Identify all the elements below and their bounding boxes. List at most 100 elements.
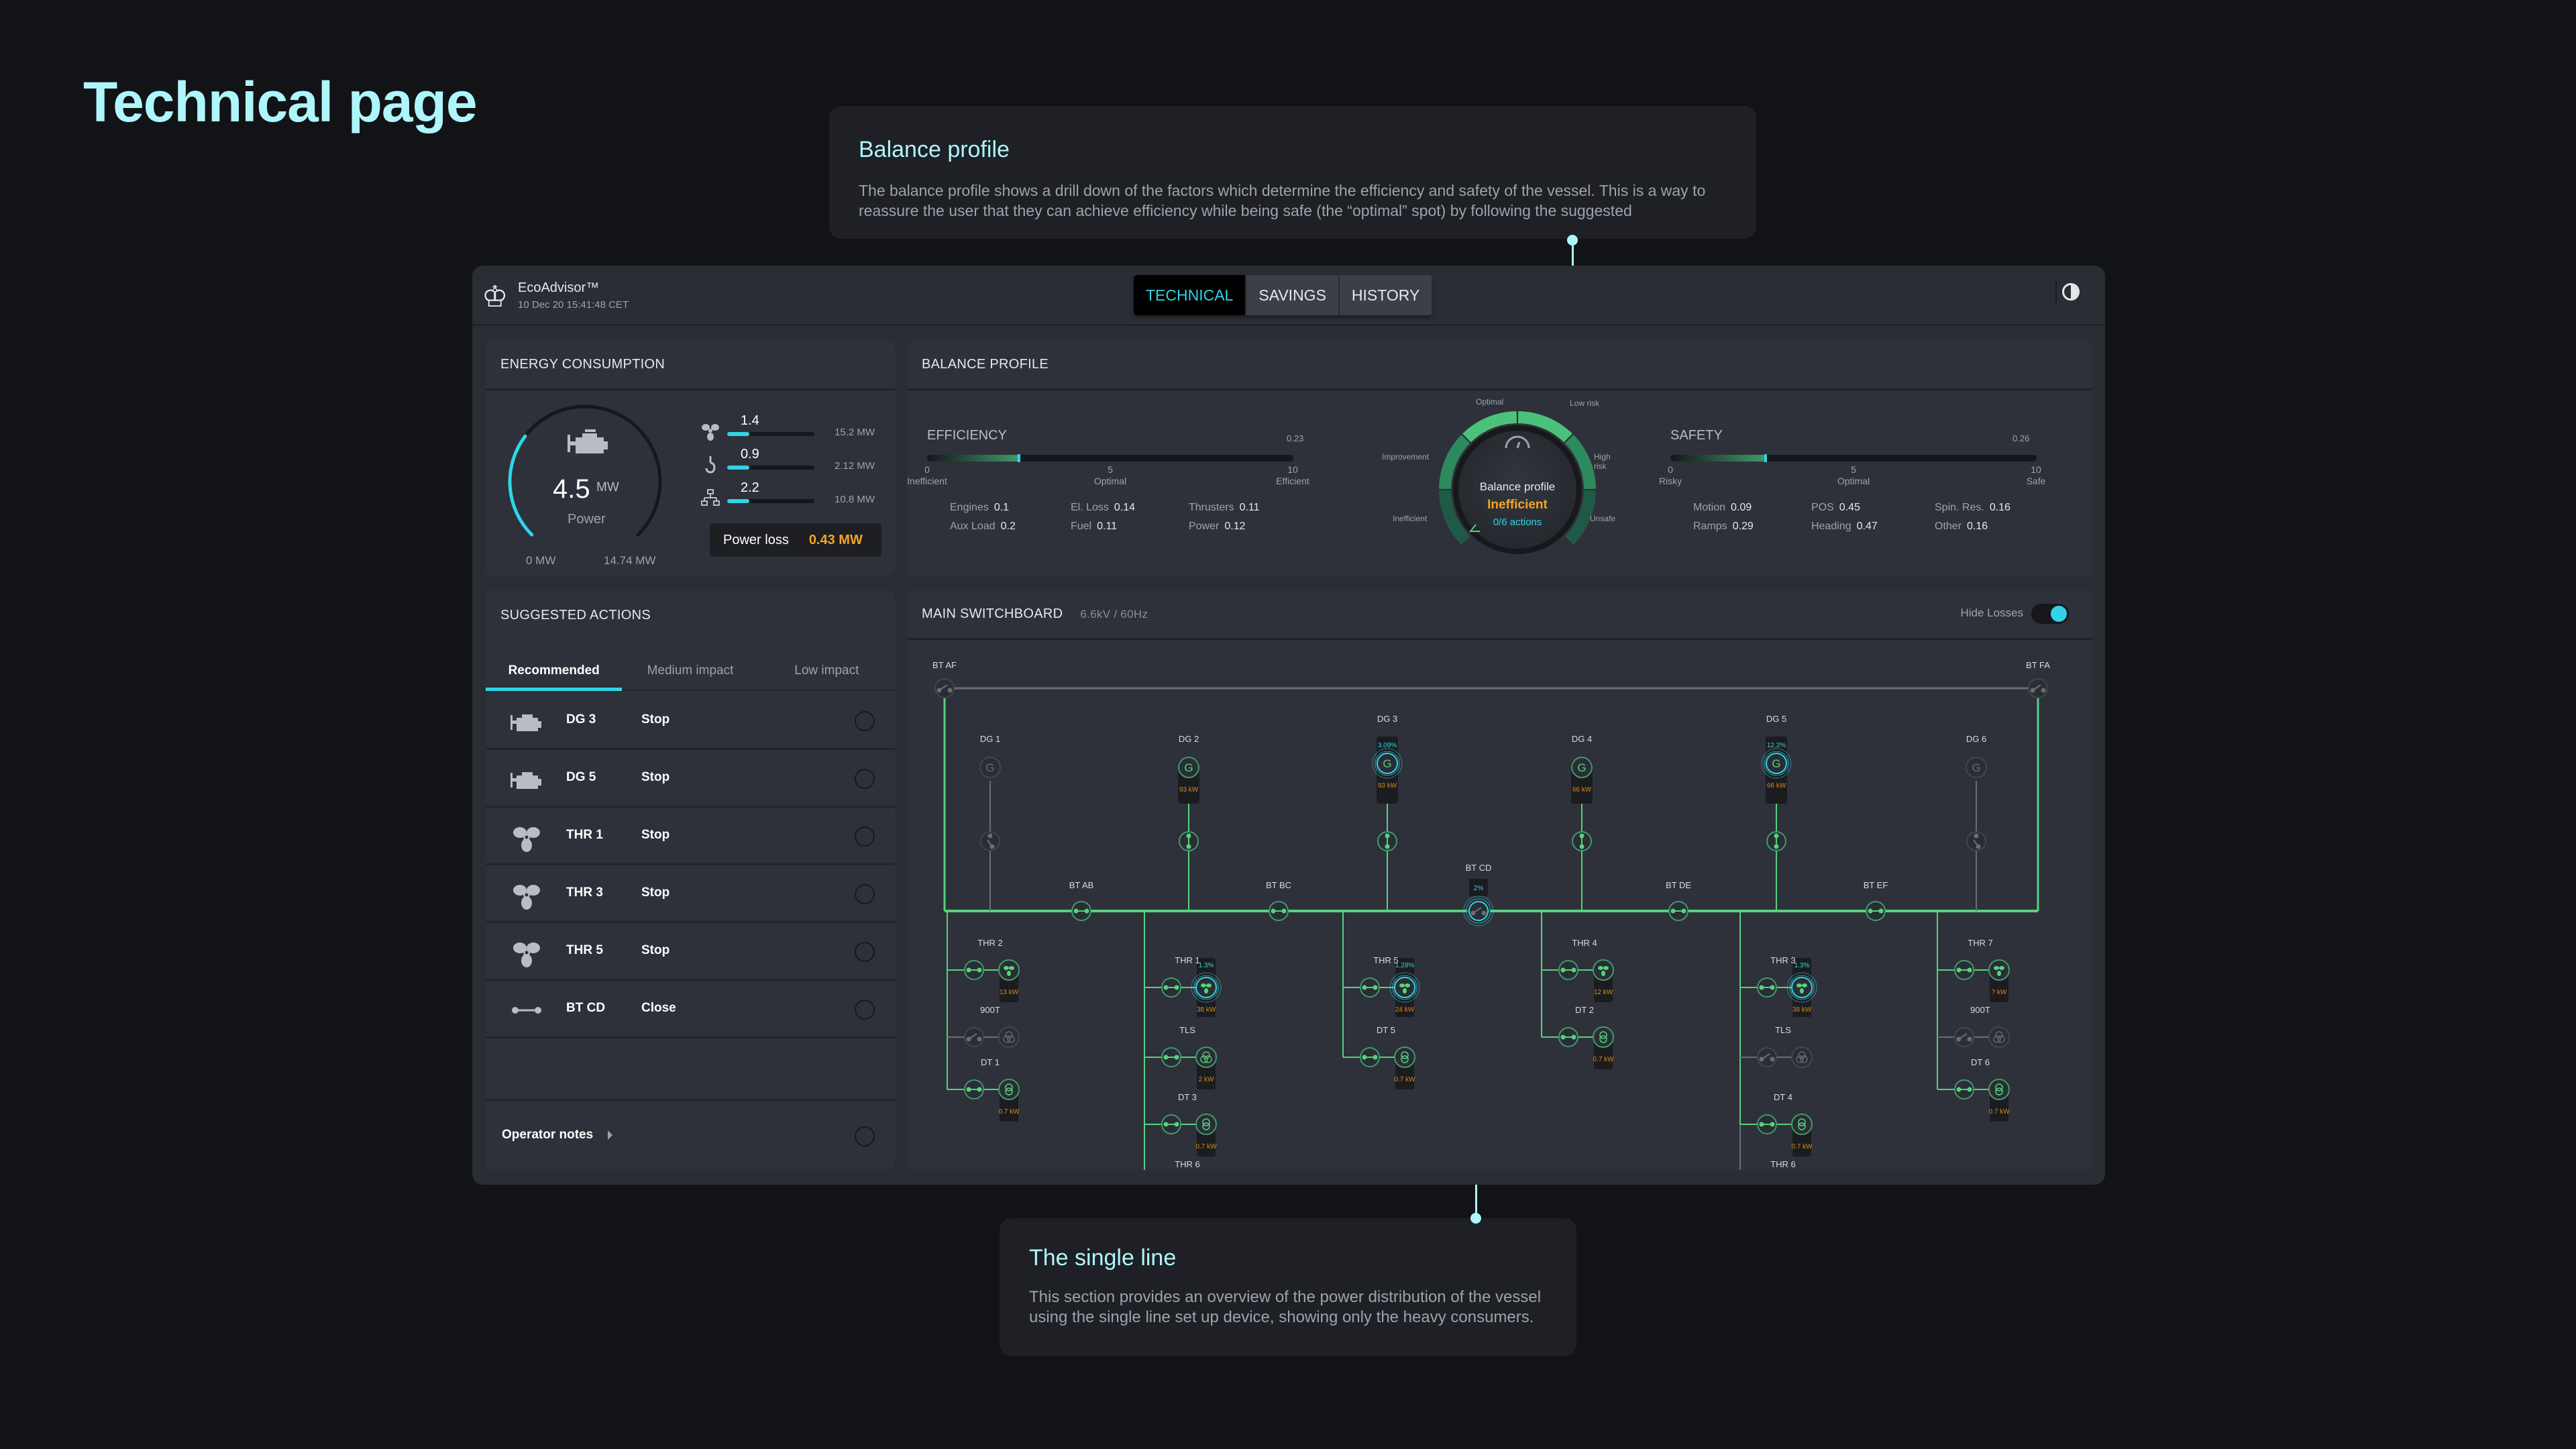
consumer-900t[interactable] xyxy=(1988,1026,2010,1048)
consumer-breaker[interactable] xyxy=(1757,977,1777,998)
generator-g-glyph: G xyxy=(1772,757,1780,770)
consumer-breaker[interactable] xyxy=(1757,1114,1777,1134)
safety-factors: Motion 0.09 POS 0.45 Spin. Res. 0.16 Ramps 0… xyxy=(1693,502,2049,533)
consumer-thr-4[interactable] xyxy=(1593,959,1614,981)
consumer-breaker[interactable] xyxy=(964,1079,984,1099)
consumer-dt-2[interactable] xyxy=(1593,1026,1614,1048)
action-item[interactable]: DG 5 Stop xyxy=(486,750,895,808)
bus-tie-label: BT BC xyxy=(1266,880,1291,890)
consumer-dt-6[interactable] xyxy=(1988,1079,2010,1100)
action-item[interactable]: DG 3 Stop xyxy=(486,692,895,750)
bus-tie-bt-ab[interactable] xyxy=(1071,901,1091,921)
consumer-thr-7[interactable] xyxy=(1988,959,2010,981)
nav-tab-savings[interactable]: SAVINGS xyxy=(1246,275,1340,315)
propeller-blade xyxy=(1601,971,1605,976)
action-verb: Stop xyxy=(641,828,670,842)
generator-dg-5[interactable]: G xyxy=(1761,748,1792,779)
bus-tie-bt-ef[interactable] xyxy=(1866,901,1886,921)
ring-tie-bt-af[interactable] xyxy=(934,678,955,698)
consumer-power: ? kW xyxy=(1992,989,2007,996)
consumer-breaker[interactable] xyxy=(1558,960,1578,980)
consumer-breaker[interactable] xyxy=(1360,1047,1380,1067)
bus-tie-bt-cd[interactable] xyxy=(1463,896,1494,926)
consumer-breaker[interactable] xyxy=(964,960,984,980)
action-radio[interactable] xyxy=(855,711,875,731)
tab-medium-impact[interactable]: Medium impact xyxy=(622,657,758,690)
action-radio[interactable] xyxy=(855,942,875,962)
consumer-breaker[interactable] xyxy=(1954,1027,1974,1047)
consumer-breaker[interactable] xyxy=(1757,1047,1777,1067)
action-item[interactable]: THR 3 Stop xyxy=(486,865,895,923)
generator-g-glyph: G xyxy=(1972,761,1980,774)
tab-low-impact[interactable]: Low impact xyxy=(759,657,895,690)
propeller-blade xyxy=(1994,966,1999,970)
action-radio[interactable] xyxy=(855,826,875,847)
consumer-breaker[interactable] xyxy=(1161,1114,1181,1134)
operator-notes-radio[interactable] xyxy=(855,1126,875,1146)
consumer-dt-5[interactable] xyxy=(1394,1046,1415,1068)
action-item[interactable]: THR 5 Stop xyxy=(486,923,895,981)
generator-dg-1[interactable]: G xyxy=(979,757,1001,778)
generator-breaker[interactable] xyxy=(1572,831,1592,851)
consumer-dt-3[interactable] xyxy=(1195,1114,1217,1135)
bus-tie-bt-bc[interactable] xyxy=(1269,901,1289,921)
action-radio[interactable] xyxy=(855,769,875,789)
actions-progress[interactable]: 0/6 actions xyxy=(1417,517,1618,528)
breaker-pin xyxy=(1967,1036,1972,1042)
generator-load-percent: 3.09% xyxy=(1378,742,1397,749)
contrast-icon[interactable] xyxy=(2062,283,2080,301)
gauge-center-title: Balance profile xyxy=(1479,480,1556,493)
consumer-dt-1[interactable] xyxy=(998,1079,1020,1100)
consumer-breaker[interactable] xyxy=(1558,1027,1578,1047)
consumer-thr-5[interactable] xyxy=(1389,972,1420,1003)
factor-item: Motion 0.09 xyxy=(1693,502,1752,513)
generator-dg-6[interactable]: G xyxy=(1966,757,1987,778)
consumer-dt-4[interactable] xyxy=(1791,1114,1813,1135)
consumer-breaker[interactable] xyxy=(964,1027,984,1047)
generator-dg-2[interactable]: G xyxy=(1178,757,1199,778)
consumer-load-percent: 1.3% xyxy=(1794,962,1810,969)
generator-breaker[interactable] xyxy=(1179,831,1199,851)
generator-breaker[interactable] xyxy=(1766,831,1786,851)
consumer-breaker[interactable] xyxy=(1161,977,1181,998)
bus-tie-bt-de[interactable] xyxy=(1668,901,1688,921)
consumer-breaker[interactable] xyxy=(1161,1047,1181,1067)
consumer-breaker[interactable] xyxy=(1360,977,1380,998)
breaker-pin xyxy=(966,1087,971,1092)
consumer-breaker[interactable] xyxy=(1954,1079,1974,1099)
generator-dg-3[interactable]: G xyxy=(1372,748,1403,779)
action-item[interactable]: BT CD Close xyxy=(486,981,895,1038)
consumer-label: 900T xyxy=(1970,1005,1990,1015)
consumer-symbol xyxy=(1593,959,1614,981)
action-item[interactable]: THR 1 Stop xyxy=(486,808,895,865)
generator-dg-4[interactable]: G xyxy=(1571,757,1593,778)
operator-notes-row[interactable]: Operator notes xyxy=(486,1099,895,1170)
consumer-900t[interactable] xyxy=(998,1026,1020,1048)
consumer-row-hotel: 2.2 10.8 MW xyxy=(700,480,888,510)
breaker-pin xyxy=(1571,967,1576,973)
consumer-breaker[interactable] xyxy=(1954,960,1974,980)
propeller-icon xyxy=(702,424,719,441)
breaker-pin xyxy=(1373,1055,1378,1060)
generator-breaker[interactable] xyxy=(1966,831,1986,851)
consumer-tls[interactable] xyxy=(1195,1046,1217,1068)
hide-losses-toggle[interactable] xyxy=(2031,604,2069,624)
consumer-thr-2[interactable] xyxy=(998,959,1020,981)
consumer-max: 15.2 MW xyxy=(835,427,875,438)
breaker-pin xyxy=(1868,908,1873,914)
nav-tab-technical[interactable]: TECHNICAL xyxy=(1134,275,1247,315)
action-target: DG 3 xyxy=(566,712,596,727)
tab-recommended[interactable]: Recommended xyxy=(486,657,623,691)
action-radio[interactable] xyxy=(855,1000,875,1020)
consumer-symbol xyxy=(1394,1046,1415,1068)
consumer-tls[interactable] xyxy=(1791,1046,1813,1068)
generator-label: DG 4 xyxy=(1572,734,1592,744)
consumer-thr-1[interactable] xyxy=(1191,972,1222,1003)
consumer-thr-3[interactable] xyxy=(1786,972,1817,1003)
action-radio[interactable] xyxy=(855,884,875,904)
generator-breaker[interactable] xyxy=(980,831,1000,851)
caret-right-icon[interactable] xyxy=(608,1130,612,1140)
ring-tie-bt-fa[interactable] xyxy=(2028,678,2048,698)
nav-tab-history[interactable]: HISTORY xyxy=(1339,275,1434,315)
generator-breaker[interactable] xyxy=(1377,831,1397,851)
